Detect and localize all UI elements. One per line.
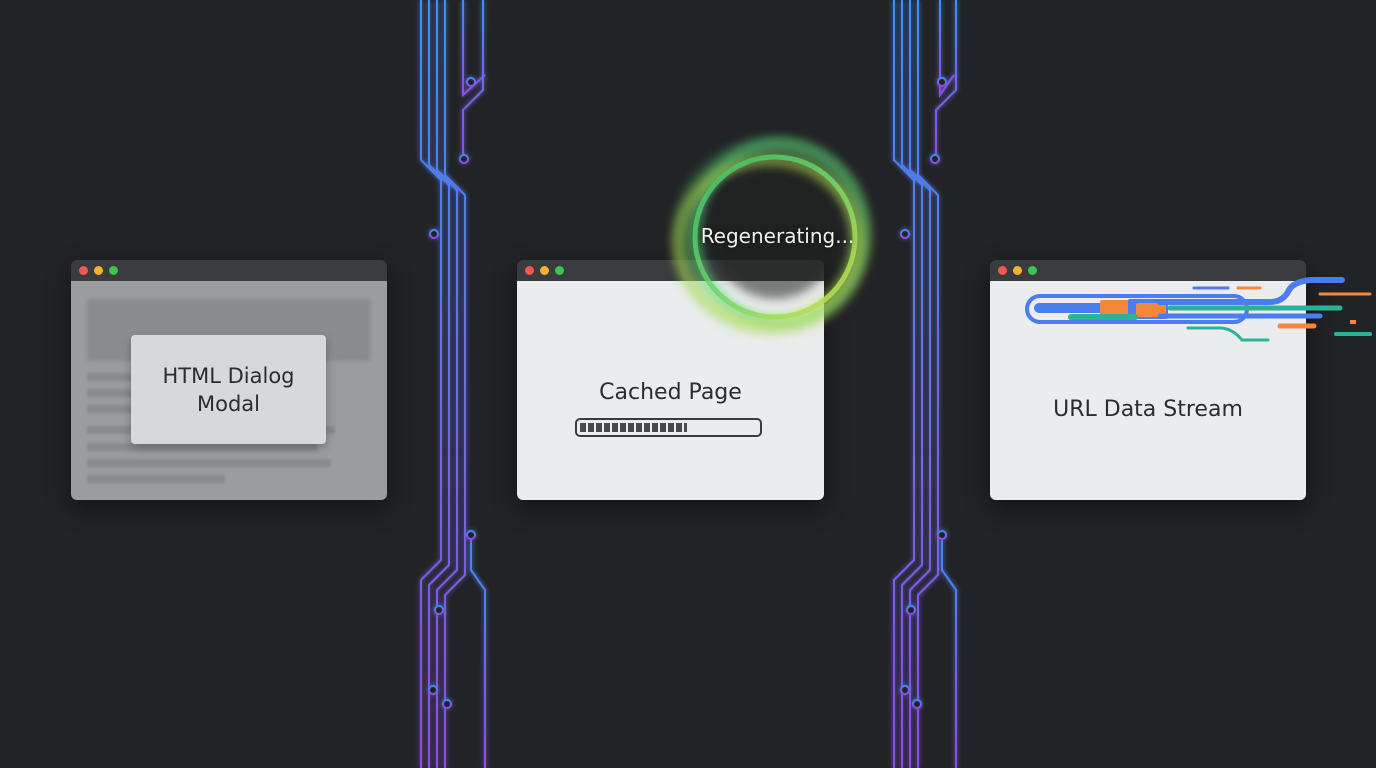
maximize-dot-icon[interactable] — [555, 266, 564, 275]
close-dot-icon[interactable] — [525, 266, 534, 275]
minimize-dot-icon[interactable] — [540, 266, 549, 275]
loading-progress-bar — [575, 418, 762, 437]
progress-fill — [580, 423, 688, 432]
window-titlebar — [71, 260, 387, 281]
maximize-dot-icon[interactable] — [109, 266, 118, 275]
dialog-browser-window: HTML Dialog Modal — [71, 260, 387, 500]
dialog-modal[interactable]: HTML Dialog Modal — [131, 335, 326, 444]
regenerating-status-text: Regenerating... — [700, 224, 855, 248]
blurred-text-line — [87, 475, 225, 483]
close-dot-icon[interactable] — [998, 266, 1007, 275]
data-stream-graphic — [1025, 277, 1372, 342]
blurred-page-content: HTML Dialog Modal — [71, 281, 387, 500]
blurred-text-line — [87, 459, 331, 467]
circuit-divider-left — [420, 0, 486, 768]
minimize-dot-icon[interactable] — [94, 266, 103, 275]
close-dot-icon[interactable] — [79, 266, 88, 275]
url-stream-label: URL Data Stream — [1053, 397, 1243, 422]
modal-label: HTML Dialog Modal — [162, 363, 295, 416]
circuit-divider-right — [893, 0, 957, 768]
blurred-text-line — [87, 443, 317, 451]
cached-page-label: Cached Page — [599, 380, 742, 405]
